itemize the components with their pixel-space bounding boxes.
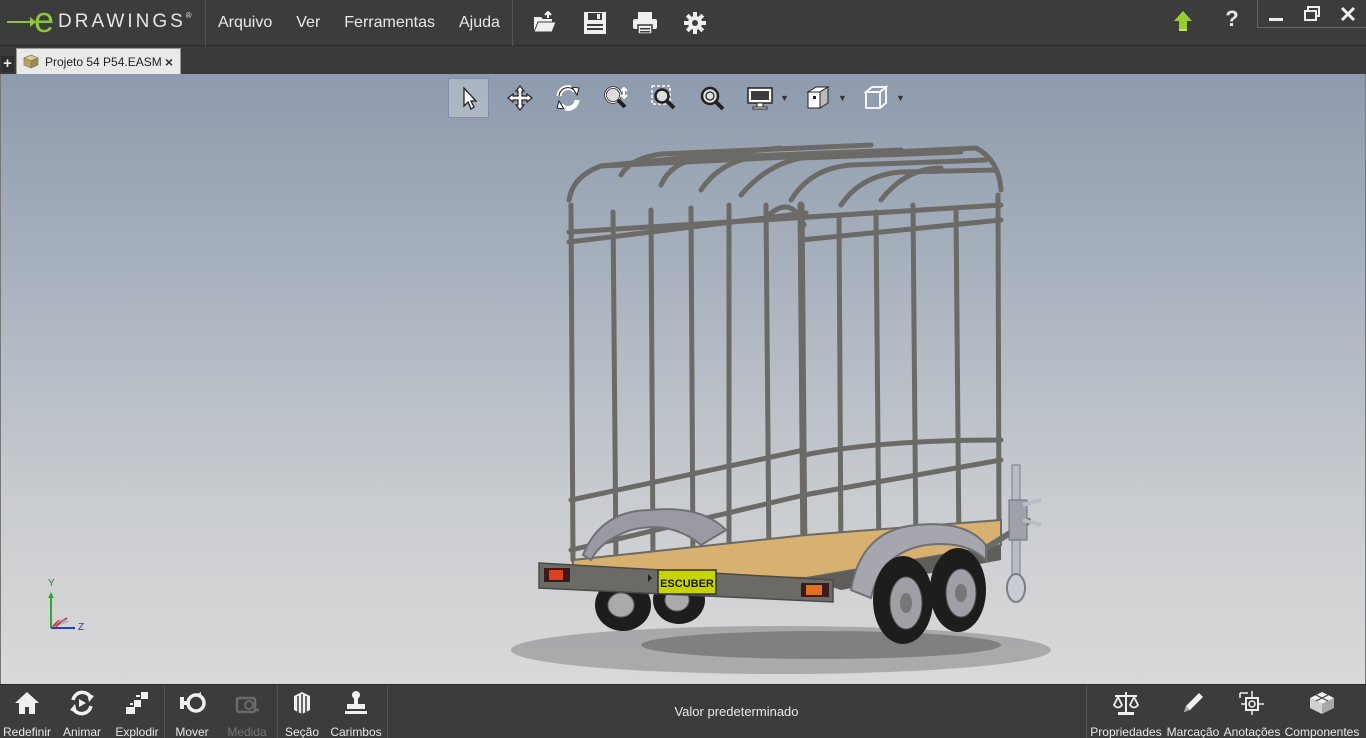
properties-scale-icon <box>1111 689 1141 717</box>
annotations-icon <box>1237 689 1267 717</box>
bottom-toolbar: Redefinir Animar Explodir Mover Medida S… <box>0 684 1366 738</box>
plate-text: ESCUBER <box>660 578 714 590</box>
heads-up-view-toolbar: ▼ ▼ ▼ <box>448 78 910 118</box>
move-label: Mover <box>175 725 209 738</box>
close-window-icon[interactable] <box>1330 0 1366 28</box>
display-style-dropdown-caret[interactable]: ▼ <box>838 93 848 103</box>
tail-light-right-lens <box>806 585 822 595</box>
reset-button[interactable]: Redefinir <box>0 685 54 738</box>
move-component-button[interactable]: Mover <box>165 685 219 738</box>
components-button[interactable]: Componentes <box>1283 685 1361 738</box>
wheel-hub-left-1 <box>607 592 635 618</box>
triad-y-label: Y <box>48 578 55 589</box>
menu-ver[interactable]: Ver <box>284 0 332 46</box>
tab-close-button[interactable]: × <box>165 54 173 70</box>
markup-button[interactable]: Marcação <box>1165 685 1221 738</box>
animate-icon <box>67 689 97 717</box>
tail-light-left-lens <box>549 570 563 580</box>
pan-icon[interactable] <box>496 78 544 118</box>
window-buttons <box>1257 0 1366 28</box>
animate-label: Animar <box>62 725 101 738</box>
annotations-label: Anotações <box>1223 725 1281 738</box>
file-toolbar <box>520 5 720 41</box>
properties-button[interactable]: Propriedades <box>1087 685 1165 738</box>
menu-arquivo[interactable]: Arquivo <box>206 0 284 46</box>
minimize-icon[interactable] <box>1258 0 1294 28</box>
explode-button[interactable]: Explodir <box>110 685 164 738</box>
logo-letter: e <box>34 0 55 40</box>
components-label: Componentes <box>1284 725 1360 738</box>
explode-icon <box>122 689 152 717</box>
section-icon <box>287 689 317 717</box>
logo-word: DRAWINGS® <box>58 11 192 32</box>
stamps-button[interactable]: Carimbos <box>326 685 386 738</box>
wheel-center-right-1 <box>900 593 912 613</box>
standard-views-cube-icon[interactable] <box>852 78 900 118</box>
menu-ajuda[interactable]: Ajuda <box>447 0 512 46</box>
properties-label: Propriedades <box>1090 725 1162 738</box>
measure-icon <box>232 689 262 717</box>
zoom-to-fit-icon[interactable] <box>688 78 736 118</box>
logo-arrow-icon <box>7 17 36 27</box>
main-menu: Arquivo Ver Ferramentas Ajuda <box>206 0 512 46</box>
tab-document-label: Projeto 54 P54.EASM <box>45 54 162 69</box>
zoom-to-area-icon[interactable] <box>640 78 688 118</box>
edrawings-logo: e DRAWINGS® <box>0 0 206 46</box>
cage-frame <box>566 142 1004 564</box>
bottom-tools-group: Seção Carimbos <box>278 685 386 738</box>
measure-label: Medida <box>227 725 267 738</box>
document-tab-bar: + Projeto 54 P54.EASM × <box>0 46 1366 74</box>
menu-divider <box>512 0 513 46</box>
measure-button[interactable]: Medida <box>219 685 275 738</box>
new-tab-button[interactable]: + <box>1 56 14 72</box>
triad-z-label: Z <box>78 622 85 633</box>
markup-label: Marcação <box>1166 725 1220 738</box>
restore-icon[interactable] <box>1294 0 1330 28</box>
display-style-icon[interactable] <box>794 78 842 118</box>
display-monitor-icon[interactable] <box>736 78 784 118</box>
update-arrow-icon[interactable] <box>1171 9 1195 33</box>
move-component-icon <box>177 689 207 717</box>
select-arrow-icon[interactable] <box>448 78 489 118</box>
assembly-icon <box>23 54 39 70</box>
stamps-label: Carimbos <box>330 725 382 738</box>
tab-document[interactable]: Projeto 54 P54.EASM × <box>16 48 181 74</box>
components-icon <box>1307 689 1337 717</box>
bottom-left-group: Redefinir Animar Explodir <box>0 685 164 738</box>
animate-button[interactable]: Animar <box>54 685 110 738</box>
section-label: Seção <box>284 725 320 738</box>
explode-label: Explodir <box>115 725 159 738</box>
views-dropdown-caret[interactable]: ▼ <box>896 93 906 103</box>
stamp-icon <box>341 689 371 717</box>
wheel-center-right-2 <box>955 584 967 602</box>
bottom-mid-group: Mover Medida <box>165 685 275 738</box>
annotations-button[interactable]: Anotações <box>1221 685 1283 738</box>
print-icon[interactable] <box>620 5 670 41</box>
help-button[interactable]: ? <box>1220 6 1244 32</box>
edrawings-window: e DRAWINGS® Arquivo Ver Ferramentas Ajud… <box>0 0 1366 738</box>
trailer-3d-model[interactable]: ESCUBER <box>501 134 1081 684</box>
jockey-wheel <box>1006 464 1042 603</box>
display-dropdown-caret[interactable]: ▼ <box>780 93 790 103</box>
save-icon[interactable] <box>570 5 620 41</box>
zoom-icon[interactable] <box>592 78 640 118</box>
menu-ferramentas[interactable]: Ferramentas <box>332 0 447 46</box>
settings-gear-icon[interactable] <box>670 5 720 41</box>
orientation-triad: Y Z <box>41 578 101 642</box>
home-icon <box>12 689 42 717</box>
graphics-viewport[interactable]: ▼ ▼ ▼ ESCUBER Y Z <box>0 74 1366 684</box>
markup-pencil-icon <box>1178 689 1208 717</box>
title-bar: e DRAWINGS® Arquivo Ver Ferramentas Ajud… <box>0 0 1366 46</box>
reset-label: Redefinir <box>2 725 52 738</box>
section-button[interactable]: Seção <box>278 685 326 738</box>
open-folder-icon[interactable] <box>520 5 570 41</box>
bottom-right-group: Propriedades Marcação Anotações Componen… <box>1087 685 1361 738</box>
license-plate: ESCUBER <box>657 569 717 595</box>
model-shadow-core <box>641 631 1001 659</box>
rotate-icon[interactable] <box>544 78 592 118</box>
status-text: Valor predeterminado <box>674 704 799 719</box>
